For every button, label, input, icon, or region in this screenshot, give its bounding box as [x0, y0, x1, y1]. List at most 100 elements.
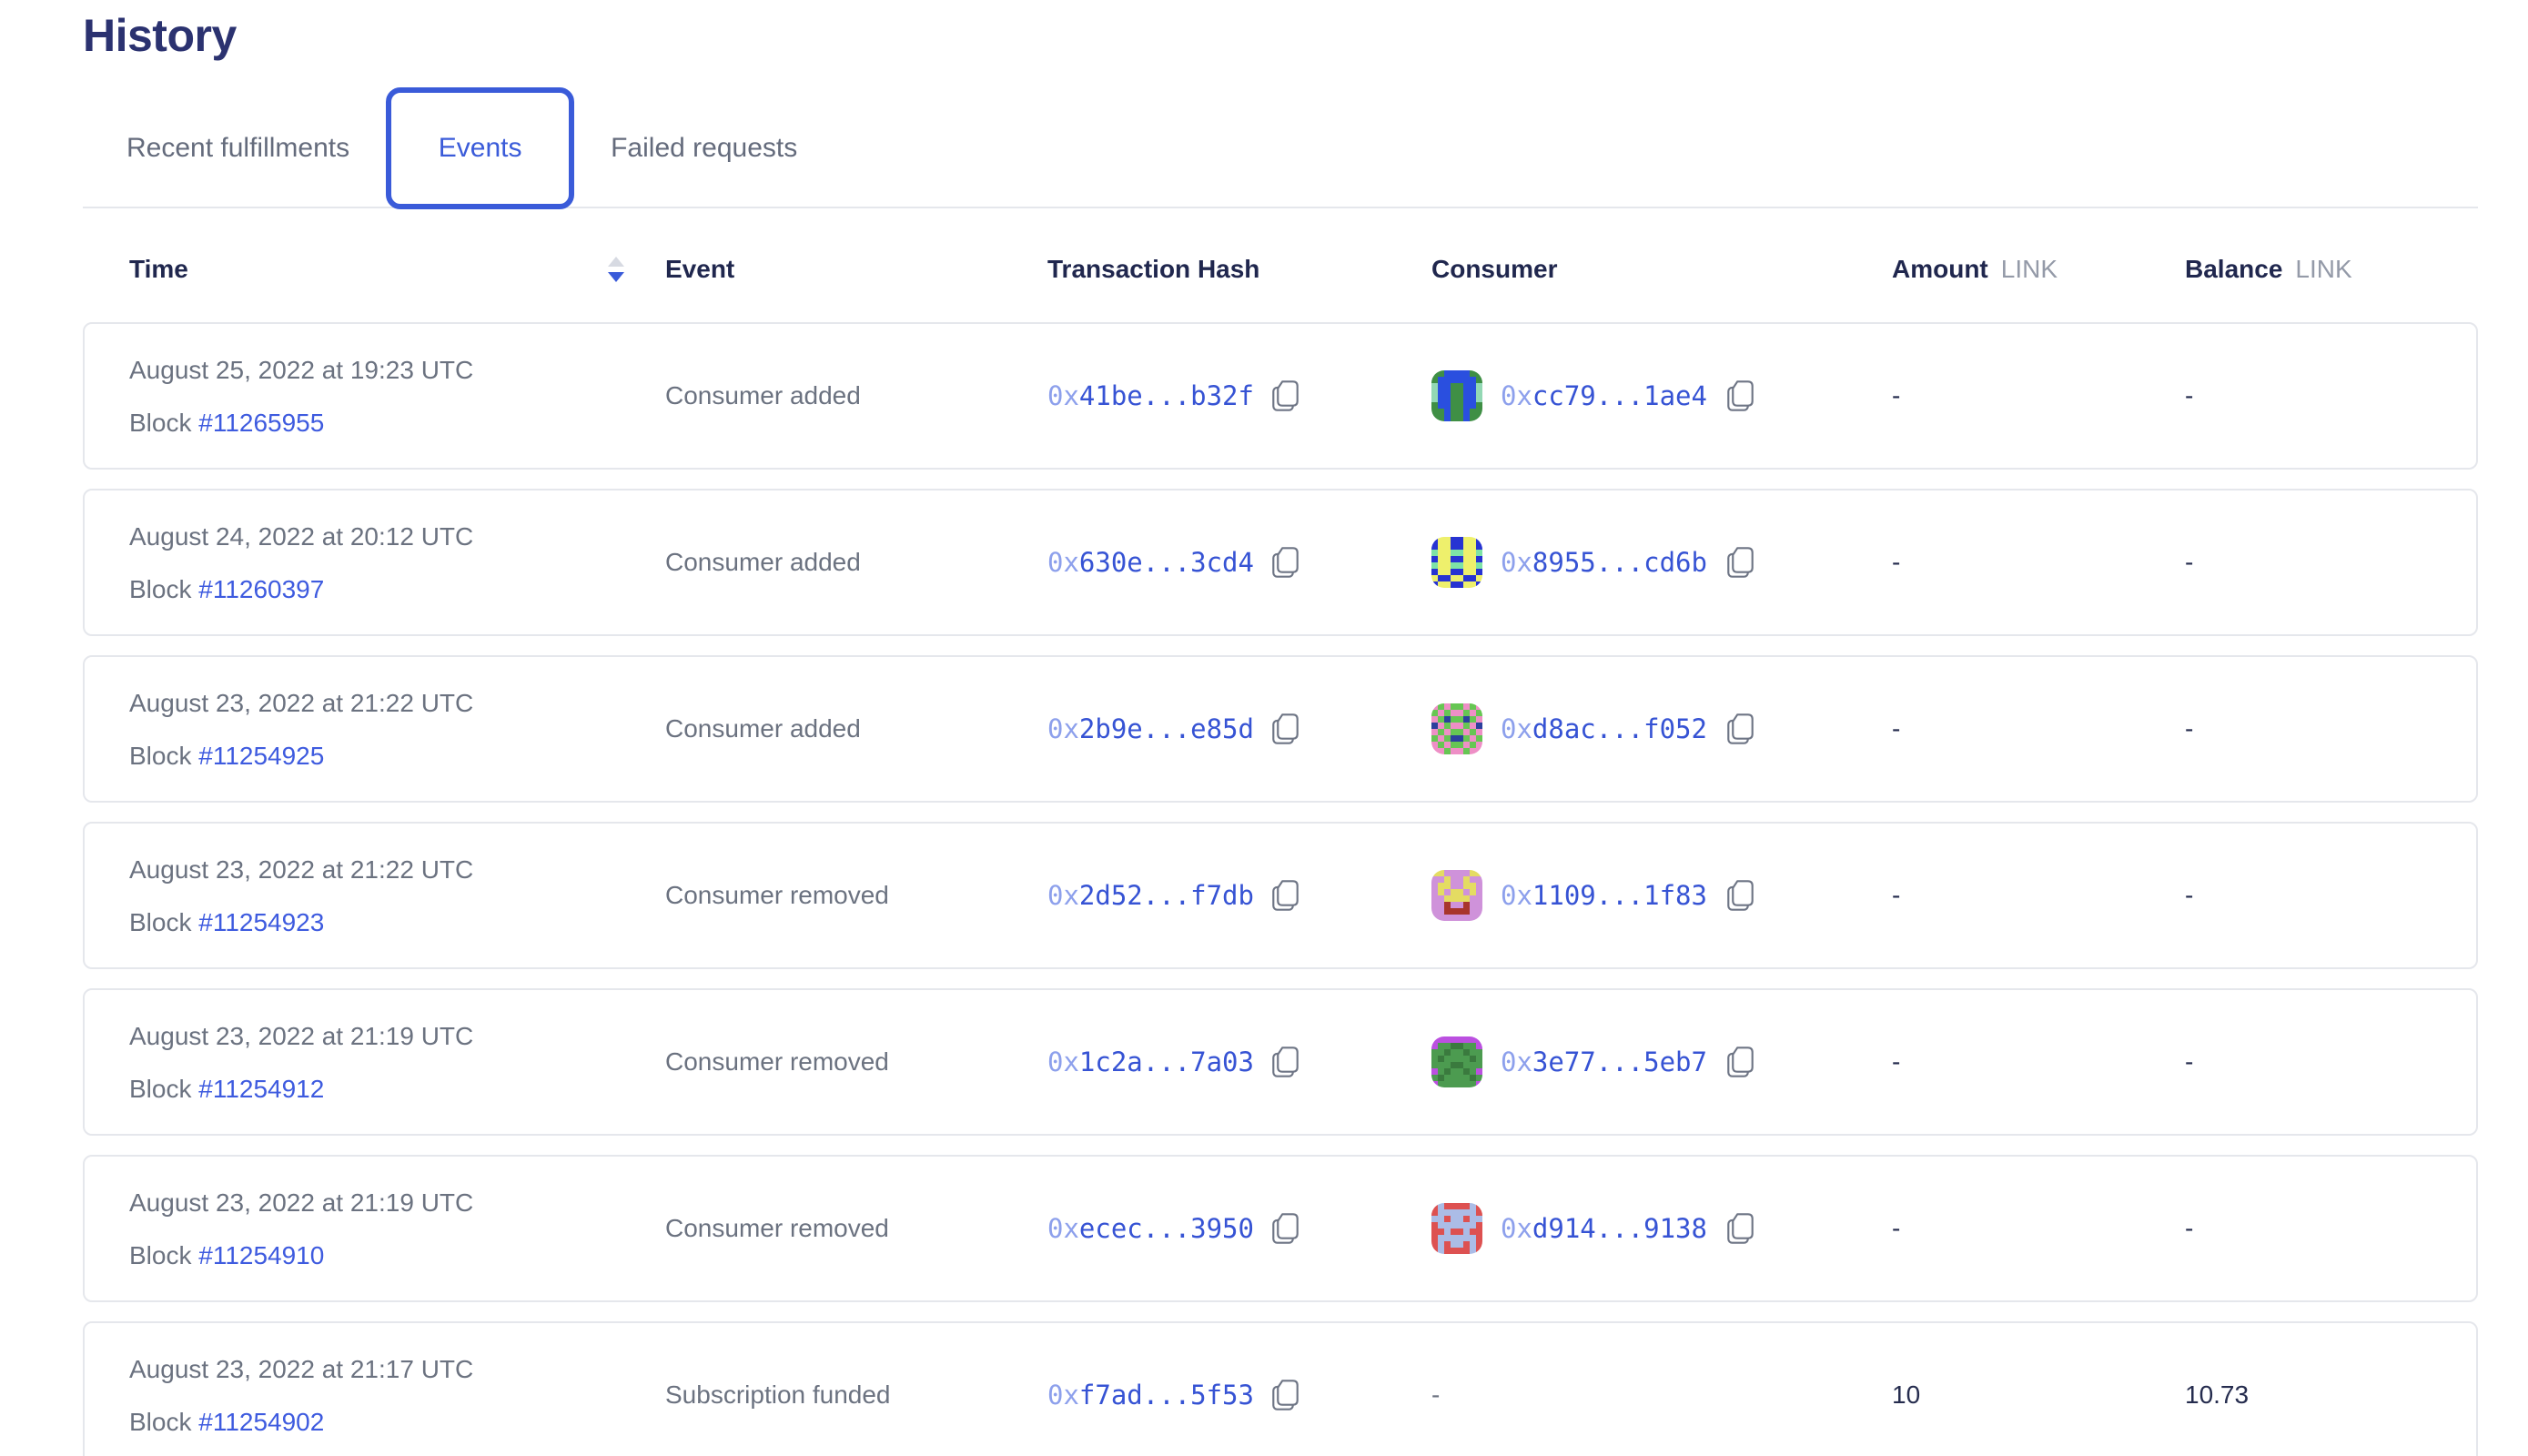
copy-icon[interactable]	[1725, 1045, 1755, 1079]
event-label: Consumer added	[665, 548, 861, 577]
tab-events[interactable]: Events	[386, 87, 574, 209]
table-row: August 23, 2022 at 21:19 UTC Block #1125…	[83, 988, 2478, 1136]
row-date: August 24, 2022 at 20:12 UTC	[129, 521, 473, 552]
consumer-address-link[interactable]: 0x3e77...5eb7	[1501, 1046, 1707, 1077]
consumer-empty-dash: -	[1431, 1380, 1440, 1410]
row-date: August 23, 2022 at 21:22 UTC	[129, 854, 473, 885]
amount-value: -	[1892, 381, 1900, 410]
hash-prefix: 0x	[1501, 1213, 1532, 1244]
transaction-hash-link[interactable]: 0x2b9e...e85d	[1047, 713, 1254, 744]
block-label: Block	[129, 1241, 191, 1269]
time-cell: August 23, 2022 at 21:22 UTC Block #1125…	[129, 854, 473, 938]
table-row: August 23, 2022 at 21:22 UTC Block #1125…	[83, 822, 2478, 969]
table-row: August 24, 2022 at 20:12 UTC Block #1126…	[83, 489, 2478, 636]
copy-icon[interactable]	[1270, 545, 1300, 580]
hash-prefix: 0x	[1501, 380, 1532, 411]
amount-value: 10	[1892, 1380, 1920, 1410]
tab-failed-requests[interactable]: Failed requests	[574, 87, 834, 209]
sort-descending-icon[interactable]	[608, 257, 624, 282]
copy-icon[interactable]	[1270, 1211, 1300, 1246]
time-cell: August 23, 2022 at 21:19 UTC Block #1125…	[129, 1021, 473, 1105]
time-cell: August 25, 2022 at 19:23 UTC Block #1126…	[129, 355, 473, 439]
hash-prefix: 0x	[1047, 547, 1079, 578]
hash-value: 630e...3cd4	[1079, 547, 1254, 578]
column-header-balance: BalanceLINK	[2185, 255, 2352, 284]
column-header-amount: AmountLINK	[1892, 255, 2058, 284]
hash-value: d914...9138	[1532, 1213, 1707, 1244]
event-label: Consumer removed	[665, 881, 889, 910]
copy-icon[interactable]	[1725, 379, 1755, 413]
hash-prefix: 0x	[1047, 380, 1079, 411]
block-number-link[interactable]: #11254902	[198, 1408, 324, 1436]
balance-value: -	[2185, 381, 2193, 410]
history-tabs: Recent fulfillments Events Failed reques…	[83, 87, 834, 209]
block-number-link[interactable]: #11254912	[198, 1075, 324, 1103]
consumer-cell: 0x8955...cd6b	[1431, 537, 1755, 588]
consumer-cell: -	[1431, 1380, 1440, 1410]
consumer-avatar	[1431, 1203, 1482, 1254]
amount-value: -	[1892, 714, 1900, 743]
block-number-link[interactable]: #11254925	[198, 742, 324, 770]
block-number-link[interactable]: #11254910	[198, 1241, 324, 1269]
table-body: August 25, 2022 at 19:23 UTC Block #1126…	[83, 322, 2478, 1456]
hash-prefix: 0x	[1047, 880, 1079, 911]
block-label: Block	[129, 908, 191, 936]
event-label: Subscription funded	[665, 1380, 891, 1410]
consumer-address-link[interactable]: 0x8955...cd6b	[1501, 547, 1707, 578]
hash-prefix: 0x	[1501, 1046, 1532, 1077]
hash-prefix: 0x	[1047, 713, 1079, 744]
consumer-address-link[interactable]: 0x1109...1f83	[1501, 880, 1707, 911]
transaction-hash-link[interactable]: 0x1c2a...7a03	[1047, 1046, 1254, 1077]
row-date: August 25, 2022 at 19:23 UTC	[129, 355, 473, 386]
block-number-link[interactable]: #11265955	[198, 409, 324, 437]
row-date: August 23, 2022 at 21:19 UTC	[129, 1021, 473, 1052]
consumer-avatar	[1431, 1036, 1482, 1087]
hash-prefix: 0x	[1501, 713, 1532, 744]
copy-icon[interactable]	[1725, 545, 1755, 580]
consumer-cell: 0x1109...1f83	[1431, 870, 1755, 921]
tab-recent-fulfillments[interactable]: Recent fulfillments	[83, 87, 386, 209]
time-cell: August 23, 2022 at 21:19 UTC Block #1125…	[129, 1188, 473, 1271]
transaction-hash-link[interactable]: 0xf7ad...5f53	[1047, 1380, 1254, 1410]
consumer-address-link[interactable]: 0xcc79...1ae4	[1501, 380, 1707, 411]
consumer-cell: 0xd8ac...f052	[1431, 703, 1755, 754]
transaction-hash-link[interactable]: 0xecec...3950	[1047, 1213, 1254, 1244]
copy-icon[interactable]	[1270, 878, 1300, 913]
balance-value: -	[2185, 1047, 2193, 1077]
copy-icon[interactable]	[1270, 712, 1300, 746]
copy-icon[interactable]	[1270, 1378, 1300, 1412]
event-label: Consumer removed	[665, 1047, 889, 1077]
hash-value: 1109...1f83	[1532, 880, 1707, 911]
hash-prefix: 0x	[1501, 880, 1532, 911]
balance-value: 10.73	[2185, 1380, 2249, 1410]
time-cell: August 24, 2022 at 20:12 UTC Block #1126…	[129, 521, 473, 605]
copy-icon[interactable]	[1725, 878, 1755, 913]
column-header-transaction-hash: Transaction Hash	[1047, 255, 1259, 284]
balance-value: -	[2185, 714, 2193, 743]
time-cell: August 23, 2022 at 21:22 UTC Block #1125…	[129, 688, 473, 772]
hash-prefix: 0x	[1047, 1046, 1079, 1077]
block-line: Block #11254925	[129, 741, 473, 772]
transaction-hash-cell: 0x1c2a...7a03	[1047, 1045, 1300, 1079]
transaction-hash-cell: 0xf7ad...5f53	[1047, 1378, 1300, 1412]
copy-icon[interactable]	[1270, 379, 1300, 413]
event-label: Consumer added	[665, 714, 861, 743]
transaction-hash-link[interactable]: 0x41be...b32f	[1047, 380, 1254, 411]
consumer-address-link[interactable]: 0xd914...9138	[1501, 1213, 1707, 1244]
copy-icon[interactable]	[1270, 1045, 1300, 1079]
consumer-avatar	[1431, 537, 1482, 588]
block-line: Block #11254910	[129, 1240, 473, 1271]
consumer-address-link[interactable]: 0xd8ac...f052	[1501, 713, 1707, 744]
hash-value: 8955...cd6b	[1532, 547, 1707, 578]
transaction-hash-link[interactable]: 0x2d52...f7db	[1047, 880, 1254, 911]
block-number-link[interactable]: #11254923	[198, 908, 324, 936]
column-header-time[interactable]: Time	[129, 255, 188, 284]
copy-icon[interactable]	[1725, 712, 1755, 746]
sort-down-arrow-icon	[608, 272, 624, 282]
transaction-hash-link[interactable]: 0x630e...3cd4	[1047, 547, 1254, 578]
block-number-link[interactable]: #11260397	[198, 575, 324, 603]
copy-icon[interactable]	[1725, 1211, 1755, 1246]
hash-value: 41be...b32f	[1079, 380, 1254, 411]
hash-value: 1c2a...7a03	[1079, 1046, 1254, 1077]
block-label: Block	[129, 1075, 191, 1103]
